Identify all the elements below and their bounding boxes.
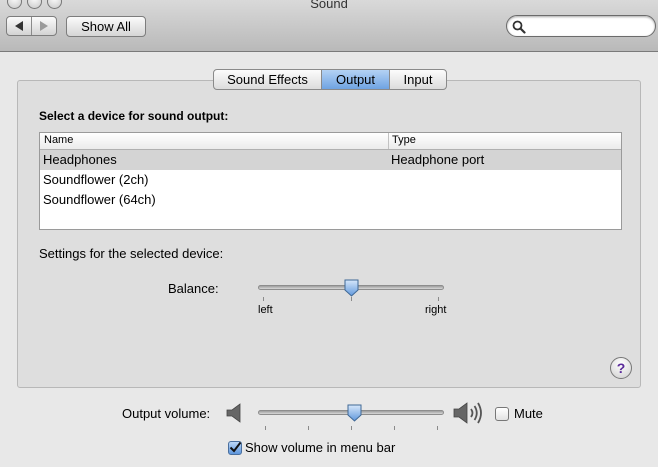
output-volume-label: Output volume: [122,406,211,421]
balance-left-label: left [258,304,273,316]
balance-right-label: right [425,304,447,316]
settings-label: Settings for the selected device: [39,246,224,261]
column-header-type[interactable]: Type [392,134,416,146]
search-input[interactable] [506,15,656,37]
forward-button[interactable] [31,17,56,35]
checkmark-icon [229,441,242,453]
device-name: Soundflower (2ch) [43,172,149,187]
volume-tick [351,426,352,430]
volume-high-icon [453,402,482,424]
device-type: Headphone port [391,152,485,167]
back-arrow-icon [15,21,23,31]
column-header-name[interactable]: Name [44,134,73,146]
show-all-button[interactable]: Show All [66,16,146,37]
volume-tick [265,426,266,430]
mute-checkbox[interactable] [495,407,509,421]
balance-label: Balance: [168,281,219,296]
device-table[interactable]: Name Type Headphones Headphone port Soun… [39,132,622,230]
column-divider [388,133,389,149]
volume-low-icon [226,403,241,423]
show-volume-in-menu-bar-checkbox[interactable] [228,441,242,455]
back-button[interactable] [7,17,31,35]
table-row[interactable]: Soundflower (64ch) [40,190,621,210]
tab-bar: Sound Effects Output Input [213,69,447,90]
device-name: Headphones [43,152,117,167]
output-volume-slider-knob[interactable] [347,404,362,422]
forward-arrow-icon [40,21,48,31]
tab-output[interactable]: Output [321,70,389,89]
volume-tick [308,426,309,430]
mute-label: Mute [514,406,543,421]
balance-tick [263,297,264,301]
volume-tick [437,426,438,430]
balance-slider-knob[interactable] [344,279,359,297]
output-panel [17,80,641,388]
table-row[interactable]: Soundflower (2ch) [40,170,621,190]
help-button[interactable]: ? [610,357,632,379]
table-header: Name Type [40,133,621,150]
search-icon [512,20,526,34]
output-heading: Select a device for sound output: [39,109,229,123]
tab-sound-effects[interactable]: Sound Effects [214,70,321,89]
tab-input[interactable]: Input [389,70,446,89]
table-row[interactable]: Headphones Headphone port [40,150,621,170]
show-volume-in-menu-bar-label: Show volume in menu bar [245,440,396,455]
balance-tick [351,297,352,301]
window-title: Sound [310,0,348,11]
volume-tick [394,426,395,430]
back-forward-control [6,16,57,36]
device-name: Soundflower (64ch) [43,192,156,207]
balance-tick [438,297,439,301]
window-toolbar: Sound Show All [0,0,658,52]
